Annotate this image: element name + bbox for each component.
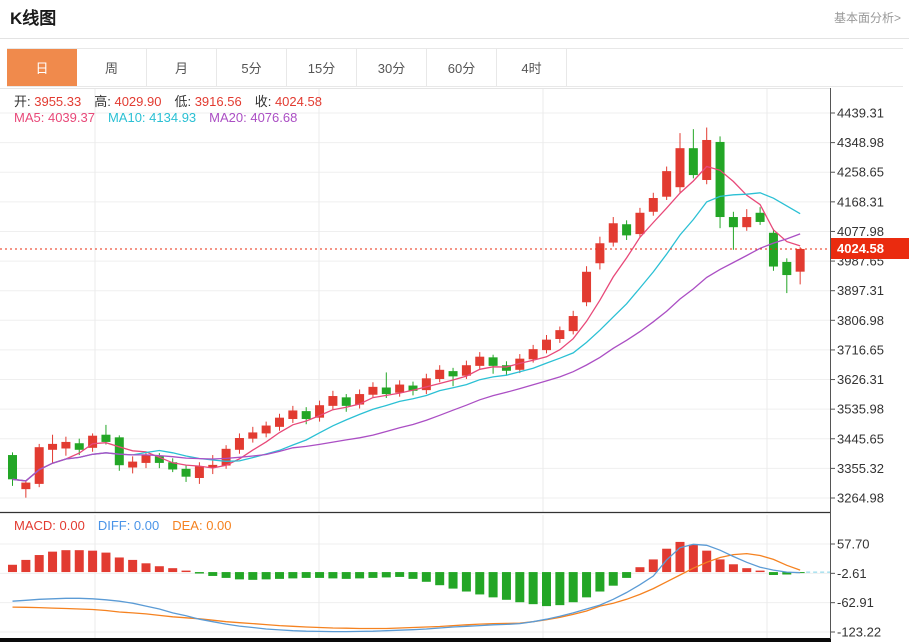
y-axis-label: -2.61 (837, 566, 867, 581)
ma5-line (12, 165, 801, 482)
y-axis-label: 3445.65 (837, 431, 884, 446)
y-axis-label: 57.70 (837, 537, 870, 552)
y-axis-label: 4077.98 (837, 224, 884, 239)
y-axis-label: 4168.31 (837, 194, 884, 209)
y-axis-label: -123.22 (837, 625, 881, 640)
y-axis-label: 4348.98 (837, 135, 884, 150)
y-axis-label: 3716.65 (837, 342, 884, 357)
y-axis-label: 3806.98 (837, 313, 884, 328)
y-axis-label: 3626.31 (837, 372, 884, 387)
y-axis-label: 4258.65 (837, 165, 884, 180)
candlestick-series (8, 127, 805, 498)
macd-histogram (8, 541, 805, 607)
kline-chart-canvas[interactable]: 4439.314348.984258.654168.314077.983987.… (0, 0, 909, 643)
ma10-line (12, 192, 801, 482)
y-axis-label: 3897.31 (837, 283, 884, 298)
y-axis-label: 4439.31 (837, 106, 884, 121)
y-axis-label: 3264.98 (837, 491, 884, 506)
current-price-value: 4024.58 (837, 241, 884, 256)
y-axis-labels: 4439.314348.984258.654168.314077.983987.… (830, 106, 884, 640)
ma20-line (12, 233, 801, 482)
y-axis-label: 3535.98 (837, 402, 884, 417)
y-axis-label: 3355.32 (837, 461, 884, 476)
current-price-badge: 4024.58 (831, 238, 909, 259)
bottom-bar (0, 638, 831, 642)
y-axis-label: -62.91 (837, 595, 874, 610)
